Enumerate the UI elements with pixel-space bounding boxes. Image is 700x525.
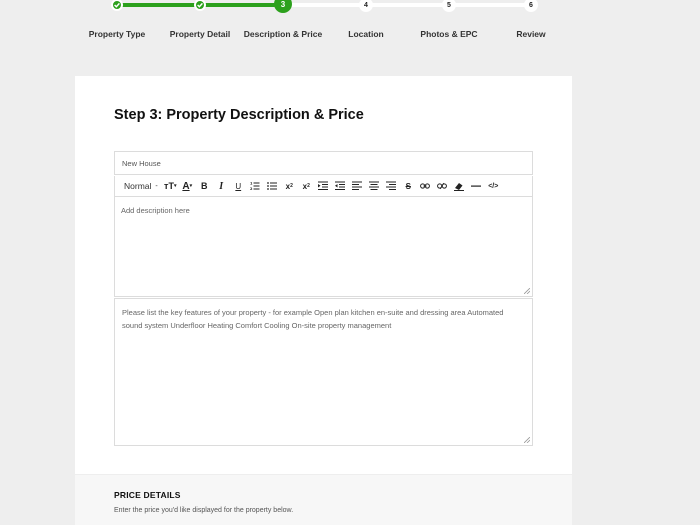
step-label-review: Review bbox=[516, 29, 546, 39]
align-left-icon[interactable] bbox=[349, 178, 366, 195]
description-textarea[interactable] bbox=[121, 204, 526, 289]
format-select-label: Normal bbox=[124, 181, 152, 191]
svg-text:2: 2 bbox=[250, 187, 253, 191]
step-2-check-icon[interactable] bbox=[194, 0, 206, 11]
step-label-property-type: Property Type bbox=[88, 29, 146, 39]
font-color-icon[interactable]: A ▾ bbox=[179, 178, 196, 195]
description-editor bbox=[114, 197, 533, 297]
italic-icon[interactable]: I bbox=[213, 178, 230, 195]
bold-icon[interactable]: B bbox=[196, 178, 213, 195]
step-1-check-icon[interactable] bbox=[111, 0, 123, 11]
price-details-section: PRICE DETAILS Enter the price you'd like… bbox=[75, 474, 572, 525]
property-name-field-wrapper bbox=[114, 151, 533, 175]
resize-grip-icon[interactable] bbox=[524, 437, 530, 443]
editor-toolbar: Normal - тТ ▾ A ▾ B I U 12 x2 x2 S </> bbox=[114, 176, 533, 197]
resize-grip-icon[interactable] bbox=[524, 288, 530, 294]
horizontal-rule-icon[interactable] bbox=[468, 178, 485, 195]
indent-icon[interactable] bbox=[315, 178, 332, 195]
code-icon[interactable]: </> bbox=[485, 178, 502, 195]
progress-stepper: 3 4 5 6 Property Type Property Detail De… bbox=[0, 0, 700, 50]
chevron-down-icon: - bbox=[155, 182, 158, 190]
strikethrough-icon[interactable]: S bbox=[400, 178, 417, 195]
unlink-icon[interactable] bbox=[434, 178, 451, 195]
form-card: Step 3: Property Description & Price Nor… bbox=[75, 76, 572, 525]
bullet-list-icon[interactable] bbox=[264, 178, 281, 195]
align-center-icon[interactable] bbox=[366, 178, 383, 195]
step-3-current[interactable]: 3 bbox=[274, 0, 292, 13]
price-details-heading: PRICE DETAILS bbox=[114, 490, 181, 500]
subscript-icon[interactable]: x2 bbox=[281, 178, 298, 195]
link-icon[interactable] bbox=[417, 178, 434, 195]
step-label-location: Location bbox=[348, 29, 384, 39]
step-label-description-price: Description & Price bbox=[243, 29, 323, 39]
eraser-icon[interactable] bbox=[451, 178, 468, 195]
ordered-list-icon[interactable]: 12 bbox=[247, 178, 264, 195]
key-features-editor bbox=[114, 298, 533, 446]
font-size-icon[interactable]: тТ ▾ bbox=[162, 178, 179, 195]
page-title: Step 3: Property Description & Price bbox=[114, 107, 364, 123]
outdent-icon[interactable] bbox=[332, 178, 349, 195]
step-label-property-detail: Property Detail bbox=[169, 29, 231, 39]
svg-text:1: 1 bbox=[250, 182, 253, 186]
price-details-subtext: Enter the price you'd like displayed for… bbox=[114, 507, 294, 514]
property-name-field[interactable] bbox=[122, 159, 525, 168]
key-features-textarea[interactable] bbox=[122, 306, 525, 438]
superscript-icon[interactable]: x2 bbox=[298, 178, 315, 195]
step-5-number[interactable]: 5 bbox=[442, 0, 456, 12]
step-label-photos-epc: Photos & EPC bbox=[420, 29, 478, 39]
align-right-icon[interactable] bbox=[383, 178, 400, 195]
step-6-number[interactable]: 6 bbox=[524, 0, 538, 12]
progress-track-remaining bbox=[283, 3, 531, 7]
format-select[interactable]: Normal - bbox=[124, 181, 158, 191]
step-4-number[interactable]: 4 bbox=[359, 0, 373, 12]
underline-icon[interactable]: U bbox=[230, 178, 247, 195]
